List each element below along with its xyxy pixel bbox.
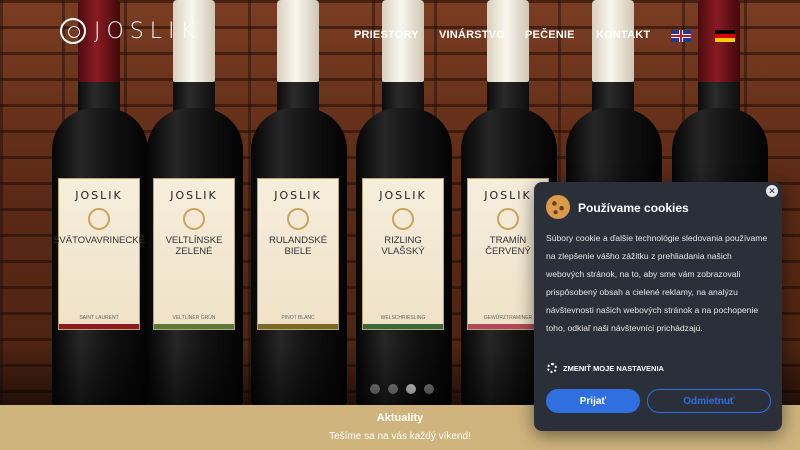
emblem-icon bbox=[497, 208, 519, 230]
de-flag-icon[interactable] bbox=[715, 30, 735, 42]
bottle-label: JOSLIK RIZLING VLAŠSKÝ WELSCHRIESLING bbox=[362, 178, 444, 330]
uk-flag-icon[interactable] bbox=[671, 30, 691, 42]
joslik-logo-icon bbox=[60, 18, 86, 44]
bottle-name: SVÄTOVAVRINECKÉ bbox=[53, 235, 145, 246]
carousel-dot-active[interactable] bbox=[406, 384, 416, 394]
bottle-subname: WELSCHRIESLING bbox=[380, 315, 426, 321]
news-text: Tešíme sa na vás každý víkend! bbox=[329, 431, 471, 442]
carousel-dots bbox=[370, 384, 434, 394]
change-settings-label: ZMENIŤ MOJE NASTAVENIA bbox=[563, 363, 664, 373]
emblem-icon bbox=[183, 208, 205, 230]
bottle-name: RULANDSKÉ BIELE bbox=[268, 235, 328, 257]
carousel-dot[interactable] bbox=[370, 384, 380, 394]
nav-item-priestory[interactable]: PRIESTORY bbox=[354, 29, 419, 41]
bottle-subname: PINOT BLANC bbox=[281, 315, 315, 321]
cookie-consent-dialog: ✕ Používame cookies Súbory cookie a ďalš… bbox=[534, 182, 782, 431]
logo[interactable]: JOSLIK bbox=[60, 18, 201, 44]
bottle-label: JOSLIK SVÄTOVAVRINECKÉ SAINT LAURENT bbox=[53, 178, 145, 330]
carousel-dot[interactable] bbox=[424, 384, 434, 394]
nav-item-pecenie[interactable]: PEČENIE bbox=[525, 29, 575, 41]
bottle-brand: JOSLIK bbox=[484, 189, 532, 202]
gear-icon bbox=[547, 363, 557, 373]
bottle-subname: VELTLINER GRÜN bbox=[172, 315, 216, 321]
emblem-icon bbox=[88, 208, 110, 230]
nav-item-kontakt[interactable]: KONTAKT bbox=[596, 29, 650, 41]
bottle-brand: JOSLIK bbox=[274, 189, 322, 202]
site-header: JOSLIK PRIESTORY VINÁRSTVO PEČENIE KONTA… bbox=[0, 0, 800, 70]
bottle-subname: SAINT LAURENT bbox=[79, 315, 119, 321]
reject-button[interactable]: Odmietnuť bbox=[647, 389, 771, 413]
carousel-dot[interactable] bbox=[388, 384, 398, 394]
bottle-brand: JOSLIK bbox=[75, 189, 123, 202]
bottle-brand: JOSLIK bbox=[170, 189, 218, 202]
bottle-label: JOSLIK RULANDSKÉ BIELE PINOT BLANC bbox=[257, 178, 339, 330]
emblem-icon bbox=[287, 208, 309, 230]
change-settings-link[interactable]: ZMENIŤ MOJE NASTAVENIA bbox=[547, 363, 664, 373]
nav-item-vinarstvo[interactable]: VINÁRSTVO bbox=[439, 29, 505, 41]
accept-button[interactable]: Prijať bbox=[546, 389, 640, 413]
cookie-description: Súbory cookie a ďalšie technológie sledo… bbox=[546, 233, 768, 333]
logo-text: JOSLIK bbox=[94, 18, 201, 44]
close-icon[interactable]: ✕ bbox=[766, 185, 778, 197]
cookie-title: Používame cookies bbox=[578, 201, 689, 215]
bottle-label: JOSLIK VELTLÍNSKE ZELENÉ VELTLINER GRÜN bbox=[153, 178, 235, 330]
emblem-icon bbox=[392, 208, 414, 230]
bottle-name: RIZLING VLAŠSKÝ bbox=[381, 235, 425, 257]
cookie-icon bbox=[546, 195, 570, 219]
bottle-name: VELTLÍNSKE ZELENÉ bbox=[165, 235, 223, 257]
bottle-brand: JOSLIK bbox=[379, 189, 427, 202]
